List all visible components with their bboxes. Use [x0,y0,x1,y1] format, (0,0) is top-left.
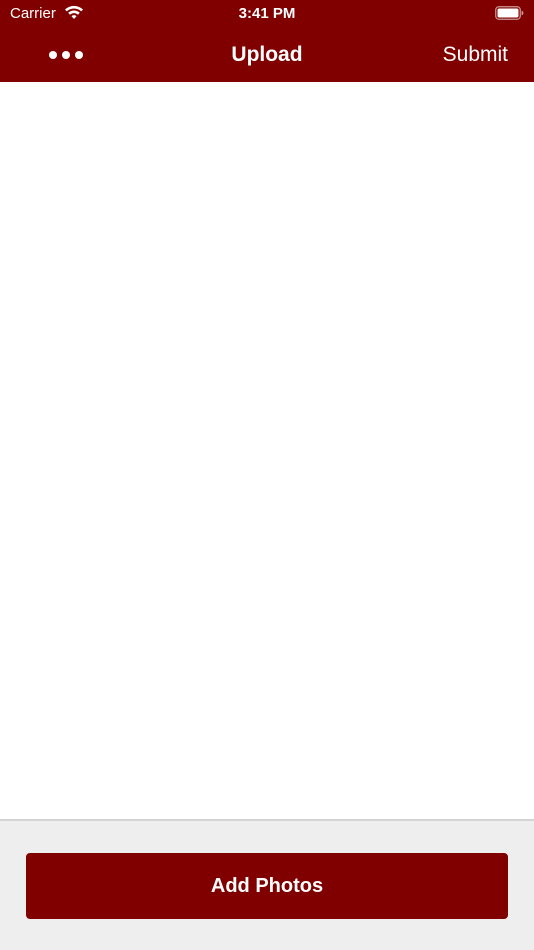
submit-button[interactable]: Submit [443,42,508,68]
add-photos-button[interactable]: Add Photos [26,853,508,919]
navigation-bar: Upload Submit [0,30,534,80]
top-bar: Carrier 3:41 PM Upload Submit [0,0,534,82]
photo-content-area [0,82,534,819]
battery-full-icon [495,6,524,20]
status-bar: Carrier 3:41 PM [0,0,534,28]
status-time: 3:41 PM [238,5,296,22]
bottom-panel: Add Photos [0,819,534,950]
